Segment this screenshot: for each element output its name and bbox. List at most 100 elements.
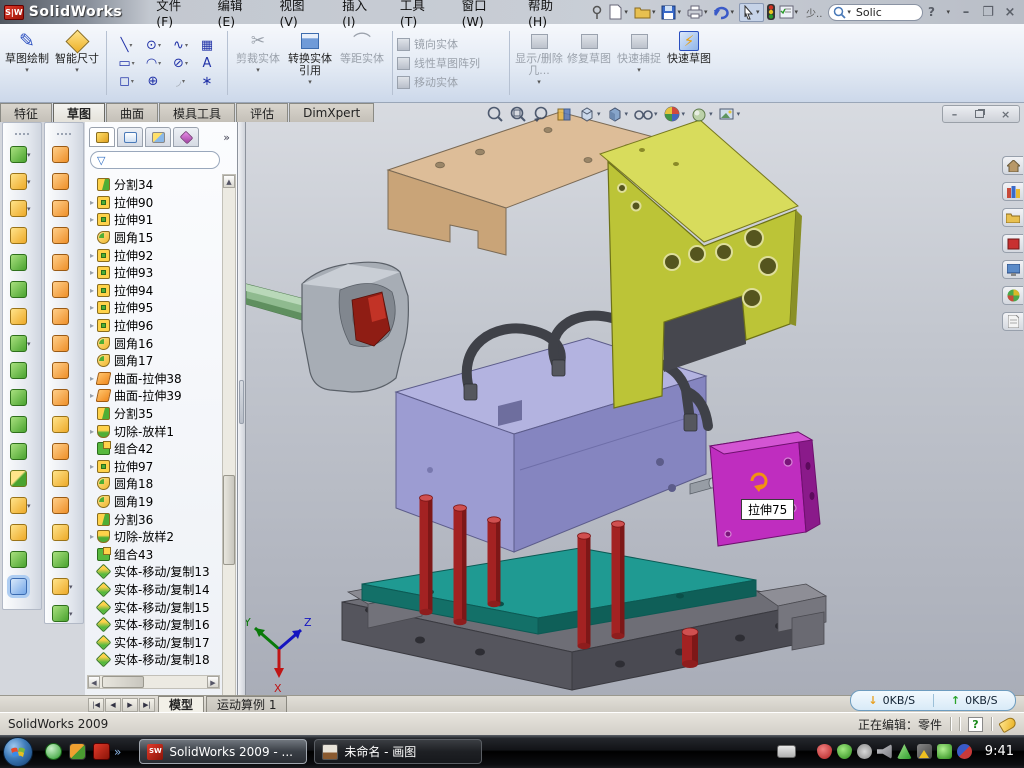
tree-item[interactable]: 实体-移动/复制14 <box>87 581 221 599</box>
surface-tool-icon[interactable] <box>52 389 69 406</box>
dropdown-arrow[interactable]: ▾ <box>27 178 34 186</box>
tray-icon[interactable] <box>817 744 832 759</box>
toolbar-drag-grip[interactable] <box>15 133 29 137</box>
tree-item[interactable]: ▸ 拉伸96 <box>87 317 221 335</box>
close-button[interactable]: × <box>1002 5 1018 20</box>
taskpane-resources-icon[interactable] <box>1002 156 1023 175</box>
taskbar-button-solidworks[interactable]: SW SolidWorks 2009 - ... <box>139 739 307 764</box>
sketch-tool-icon[interactable]: A <box>194 54 221 72</box>
surface-tool-icon[interactable] <box>52 173 69 190</box>
surface-tool-icon[interactable] <box>52 524 69 541</box>
search-box[interactable]: ▾ Solic <box>828 4 923 21</box>
quick-tips-icon[interactable]: ? <box>968 717 983 732</box>
tree-item[interactable]: ▸ 拉伸97 <box>87 458 221 476</box>
tab-nav-button[interactable]: ▶| <box>139 698 155 712</box>
doc-close-button[interactable]: × <box>1001 109 1010 120</box>
feature-tool-icon[interactable] <box>10 551 27 568</box>
command-tab[interactable]: 曲面 <box>106 103 158 122</box>
search-dropdown-arrow[interactable]: ▾ <box>847 8 851 16</box>
feature-tool-icon[interactable] <box>10 389 27 406</box>
surface-tool-icon[interactable] <box>52 578 69 595</box>
sketch-tool-icon[interactable]: ▭▾ <box>113 54 140 72</box>
feature-tool-icon[interactable] <box>10 497 27 514</box>
sketch-tool-icon[interactable]: ⊙▾ <box>140 36 167 54</box>
feature-tool-icon[interactable] <box>10 416 27 433</box>
surface-tool-icon[interactable] <box>52 470 69 487</box>
menu-item[interactable]: 文件(F) <box>146 0 207 32</box>
help-menu[interactable]: ? <box>923 5 939 19</box>
taskbar-clock[interactable]: 9:41 <box>985 744 1014 759</box>
dimxpert-manager-tab[interactable] <box>173 127 199 147</box>
surface-tool-icon[interactable] <box>52 335 69 352</box>
dropdown-arrow[interactable]: ▾ <box>69 583 76 591</box>
dropdown-arrow[interactable]: ▾ <box>69 610 76 618</box>
apply-scene-icon[interactable]: ▾ <box>663 105 686 123</box>
tree-item[interactable]: 实体-移动/复制17 <box>87 633 221 651</box>
print-icon[interactable]: ▾ <box>686 4 711 20</box>
feature-manager-tab[interactable] <box>89 127 115 147</box>
ribbon-list-button[interactable]: 镜向实体 <box>397 36 505 52</box>
expand-arrow[interactable]: ▸ <box>87 251 97 260</box>
command-tab[interactable]: 特征 <box>0 103 52 122</box>
undo-icon[interactable]: ▾ <box>712 4 737 21</box>
expand-arrow[interactable]: ▸ <box>87 198 97 207</box>
scroll-up-button[interactable]: ▲ <box>223 175 235 188</box>
help-dropdown-arrow[interactable]: ▾ <box>946 8 950 16</box>
expand-arrow[interactable]: ▸ <box>87 321 97 330</box>
feature-tool-icon[interactable] <box>10 524 27 541</box>
tree-item[interactable]: ▸ 切除-放样1 <box>87 422 221 440</box>
menu-item[interactable]: 工具(T) <box>390 0 452 32</box>
tree-item[interactable]: 组合43 <box>87 545 221 563</box>
tray-icon[interactable] <box>857 744 872 759</box>
ribbon-tail-button[interactable]: 显示/删除几...▾ <box>514 27 564 99</box>
ribbon-list-button[interactable]: 线性草图阵列 <box>397 55 505 71</box>
feature-tool-icon[interactable] <box>10 470 27 487</box>
surface-tool-icon[interactable] <box>52 551 69 568</box>
expand-arrow[interactable]: ▸ <box>87 462 97 471</box>
dropdown-arrow[interactable]: ▾ <box>27 151 34 159</box>
tab-nav-button[interactable]: ▶ <box>122 698 138 712</box>
scroll-left-button[interactable]: ◀ <box>88 676 100 688</box>
tree-item[interactable]: ▸ 拉伸94 <box>87 282 221 300</box>
sketch-tool-icon[interactable]: ∿▾ <box>167 36 194 54</box>
document-mode-tab[interactable]: 运动算例 1 <box>206 696 287 712</box>
toolbar-drag-grip[interactable] <box>57 133 71 137</box>
feature-tool-icon[interactable] <box>10 443 27 460</box>
surface-tool-icon[interactable] <box>52 308 69 325</box>
expand-arrow[interactable]: ▸ <box>87 268 97 277</box>
tree-item[interactable]: 圆角18 <box>87 475 221 493</box>
expand-arrow[interactable]: ▸ <box>87 286 97 295</box>
quick-launch-icon[interactable] <box>45 743 62 760</box>
tree-item[interactable]: 分割35 <box>87 405 221 423</box>
expand-arrow[interactable]: ▸ <box>87 303 97 312</box>
sketch-tool-icon[interactable]: ⊕ <box>140 72 167 90</box>
ribbon-tail-button[interactable]: 快速捕捉▾ <box>614 27 664 99</box>
scrollbar-thumb[interactable] <box>223 475 235 565</box>
tree-item[interactable]: 圆角19 <box>87 493 221 511</box>
doc-restore-button[interactable] <box>975 110 984 118</box>
sketch-tool-icon[interactable]: ⊘▾ <box>167 54 194 72</box>
manager-tabs-chevron[interactable]: » <box>223 131 234 144</box>
menu-item[interactable]: 窗口(W) <box>452 0 518 32</box>
network-speed-widget[interactable]: ↓0KB/S ↑0KB/S <box>850 690 1016 711</box>
taskpane-file-explorer-icon[interactable] <box>1002 208 1023 227</box>
ribbon-mid-button[interactable]: 等距实体 <box>336 27 388 99</box>
ribbon-tail-button[interactable]: 修复草图 <box>564 27 614 99</box>
tree-item[interactable]: ▸ 拉伸95 <box>87 299 221 317</box>
save-icon[interactable]: ▾ <box>660 4 684 21</box>
feature-tool-icon[interactable] <box>10 362 27 379</box>
feature-tool-icon[interactable] <box>10 200 27 217</box>
surface-tool-icon[interactable] <box>52 497 69 514</box>
menu-item[interactable]: 插入(I) <box>332 0 390 32</box>
ribbon-mid-button[interactable]: 剪裁实体▾ <box>232 27 284 99</box>
splitter-grip[interactable] <box>239 380 244 424</box>
tree-item[interactable]: 实体-移动/复制13 <box>87 563 221 581</box>
performance-icon[interactable] <box>766 3 776 21</box>
tab-nav-button[interactable]: |◀ <box>88 698 104 712</box>
surface-tool-icon[interactable] <box>52 227 69 244</box>
tree-item[interactable]: ▸ 拉伸90 <box>87 194 221 212</box>
tray-icon[interactable] <box>957 744 972 759</box>
document-mode-tab[interactable]: 模型 <box>158 696 204 712</box>
surface-tool-icon[interactable] <box>52 416 69 433</box>
menu-item[interactable]: 视图(V) <box>269 0 332 32</box>
